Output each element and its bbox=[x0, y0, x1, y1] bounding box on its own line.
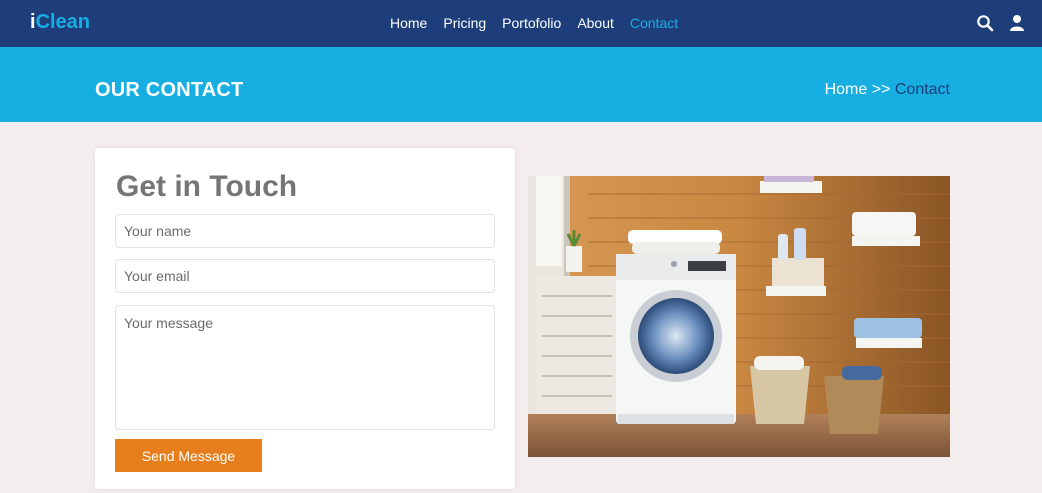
logo-name: Clean bbox=[35, 11, 91, 33]
nav-link-home[interactable]: Home bbox=[390, 15, 427, 31]
breadcrumb: Home >> Contact bbox=[825, 81, 950, 99]
send-message-button[interactable]: Send Message bbox=[115, 439, 262, 472]
top-navbar: iClean Home Pricing Portofolio About Con… bbox=[0, 0, 1042, 47]
search-icon[interactable] bbox=[976, 14, 994, 32]
logo[interactable]: iClean bbox=[30, 11, 90, 34]
page-title: OUR CONTACT bbox=[95, 79, 244, 101]
message-textarea[interactable] bbox=[115, 305, 495, 430]
page-banner: OUR CONTACT Home >> Contact bbox=[0, 47, 1042, 122]
nav-link-portofolio[interactable]: Portofolio bbox=[502, 15, 561, 31]
nav-link-pricing[interactable]: Pricing bbox=[443, 15, 486, 31]
breadcrumb-home[interactable]: Home >> bbox=[825, 81, 891, 98]
contact-form-card: Get in Touch Send Message bbox=[95, 148, 515, 489]
nav-link-about[interactable]: About bbox=[577, 15, 614, 31]
breadcrumb-current: Contact bbox=[894, 81, 950, 98]
email-input[interactable] bbox=[115, 259, 495, 293]
laundry-room-photo bbox=[528, 176, 950, 457]
laundry-room-illustration bbox=[528, 176, 950, 457]
nav-link-contact[interactable]: Contact bbox=[630, 15, 678, 31]
form-title: Get in Touch bbox=[116, 170, 298, 203]
nav-menu: Home Pricing Portofolio About Contact bbox=[390, 15, 694, 31]
name-input[interactable] bbox=[115, 214, 495, 248]
user-icon[interactable] bbox=[1008, 14, 1026, 32]
